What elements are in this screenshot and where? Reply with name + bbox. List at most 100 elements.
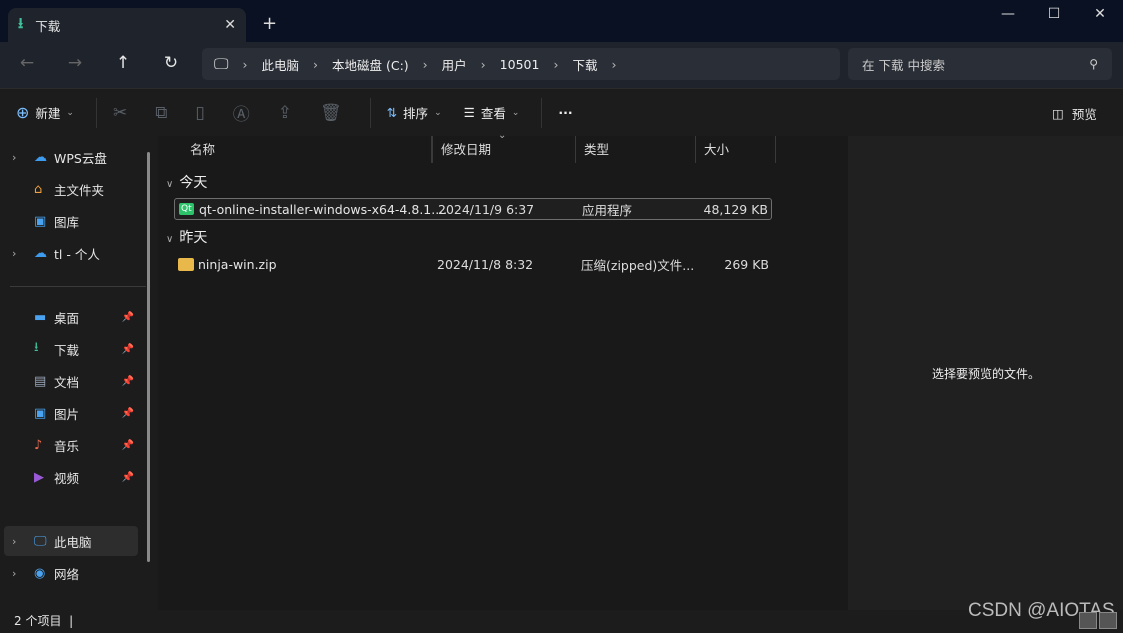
back-button[interactable]: ← [14, 53, 40, 73]
preview-label: 预览 [1071, 107, 1097, 122]
document-icon: ▤ [34, 373, 47, 389]
rename-button[interactable]: Ⓐ [233, 100, 250, 125]
chevron-right-icon: › [242, 56, 248, 72]
file-date: 2024/11/9 6:37 [438, 201, 535, 217]
share-icon: ⇪ [277, 102, 292, 123]
tab-title: 下载 [35, 18, 61, 34]
sidebar-item-home[interactable]: ⌂ 主文件夹 [4, 174, 138, 204]
sidebar-item-this-pc[interactable]: › 🖵 此电脑 [4, 526, 138, 556]
chevron-down-icon: ⌄ [66, 107, 74, 118]
copy-icon: ⧉ [155, 102, 168, 123]
chevron-right-icon: › [422, 56, 428, 72]
cloud-icon: ☁ [34, 149, 47, 165]
address-bar[interactable]: 🖵 › 此电脑 › 本地磁盘 (C:) › 用户 › 10501 › 下载 › [202, 48, 840, 80]
pin-icon[interactable]: 📌 [122, 440, 138, 451]
sidebar-item-documents[interactable]: ▤ 文档 📌 [4, 366, 138, 396]
file-row[interactable]: ninja-win.zip 2024/11/8 8:32 压缩(zipped)文… [174, 253, 772, 275]
chevron-right-icon[interactable]: › [12, 151, 34, 164]
copy-button[interactable]: ⧉ [155, 103, 167, 123]
close-window-button[interactable]: ✕ [1077, 6, 1123, 22]
pin-icon[interactable]: 📌 [122, 408, 138, 419]
sidebar-item-label: tl - 个人 [54, 246, 100, 262]
new-tab-button[interactable]: + [262, 13, 277, 34]
breadcrumb-item[interactable]: 本地磁盘 (C:) [332, 55, 409, 74]
pin-icon[interactable]: 📌 [122, 472, 138, 483]
chevron-down-icon: ∨ [166, 179, 174, 190]
gallery-icon: ▣ [34, 213, 47, 229]
paste-button[interactable]: ▯ [195, 103, 204, 123]
file-list: 名称 修改日期 ⌄ 类型 大小 ∨ 今天 Qt qt-online-install… [160, 130, 846, 610]
view-button[interactable]: ☰ 查看 ⌄ [464, 103, 520, 122]
music-icon: ♪ [34, 437, 43, 453]
sidebar-item-network[interactable]: › ◉ 网络 [4, 558, 138, 588]
pin-icon[interactable]: 📌 [122, 312, 138, 323]
sort-icon: ⇅ [386, 105, 398, 120]
file-size: 48,129 KB [703, 201, 768, 217]
minimize-button[interactable]: — [985, 6, 1031, 22]
sidebar-item-downloads[interactable]: ⭳ 下载 📌 [4, 334, 138, 364]
sidebar-item-gallery[interactable]: ▣ 图库 [4, 206, 138, 236]
chevron-right-icon: › [553, 56, 559, 72]
refresh-button[interactable]: ↻ [158, 53, 184, 73]
sidebar-item-pictures[interactable]: ▣ 图片 📌 [4, 398, 138, 428]
up-button[interactable]: ↑ [110, 53, 136, 73]
file-name: qt-online-installer-windows-x64-4.8.1...… [199, 201, 448, 217]
chevron-right-icon[interactable]: › [12, 247, 34, 260]
breadcrumb-item[interactable]: 此电脑 [261, 55, 299, 74]
forward-button[interactable]: → [62, 53, 88, 73]
breadcrumb-item[interactable]: 下载 [572, 55, 597, 74]
new-label: 新建 [35, 106, 61, 121]
share-button[interactable]: ⇪ [278, 103, 292, 123]
delete-button[interactable]: 🗑 [320, 103, 342, 123]
breadcrumb-item[interactable]: 用户 [442, 55, 467, 74]
divider [541, 97, 543, 128]
item-count: 2 个项目 [14, 614, 62, 628]
sidebar-item-desktop[interactable]: ▬ 桌面 📌 [4, 302, 138, 332]
rename-icon: Ⓐ [232, 105, 250, 125]
group-header-yesterday[interactable]: ∨ 昨天 [166, 227, 207, 247]
cut-button[interactable]: ✂ [113, 103, 127, 123]
search-input[interactable]: 在 下载 中搜索 ⚲ [848, 48, 1112, 80]
new-button[interactable]: ⊕ 新建 ⌄ [16, 103, 74, 122]
file-row[interactable]: Qt qt-online-installer-windows-x64-4.8.1… [174, 198, 772, 220]
chevron-right-icon: › [312, 56, 318, 72]
search-icon: ⚲ [1089, 57, 1098, 71]
close-tab-button[interactable]: ✕ [224, 17, 236, 33]
command-bar: ⊕ 新建 ⌄ ✂ ⧉ ▯ Ⓐ ⇪ 🗑 ⇅ 排序 ⌄ ☰ 查看 ⌄ ··· [0, 88, 1123, 136]
column-header-type[interactable]: 类型 [576, 136, 696, 163]
chevron-right-icon[interactable]: › [12, 535, 34, 548]
sidebar-scrollbar[interactable] [147, 152, 150, 562]
chevron-right-icon: › [480, 56, 486, 72]
sidebar-item-wps-cloud[interactable]: › ☁ WPS云盘 [4, 142, 138, 172]
tiles-view-button[interactable] [1099, 612, 1117, 629]
group-header-today[interactable]: ∨ 今天 [166, 172, 207, 192]
pin-icon[interactable]: 📌 [122, 376, 138, 387]
file-type: 应用程序 [582, 202, 633, 218]
sort-button[interactable]: ⇅ 排序 ⌄ [387, 103, 442, 122]
download-icon: ⭳ [18, 13, 24, 32]
file-size: 269 KB [724, 256, 769, 272]
breadcrumb-item[interactable]: 10501 [500, 57, 540, 72]
file-date: 2024/11/8 8:32 [437, 256, 534, 272]
more-button[interactable]: ··· [558, 105, 572, 120]
tab-downloads[interactable]: ⭳ 下载 ✕ [8, 8, 246, 42]
column-header-size[interactable]: 大小 [696, 136, 776, 163]
sidebar-item-videos[interactable]: ▶ 视频 📌 [4, 462, 138, 492]
chevron-down-icon: ∨ [166, 234, 174, 245]
sidebar-item-onedrive[interactable]: › ☁ tl - 个人 [4, 238, 138, 268]
sidebar-item-label: 网络 [54, 566, 80, 582]
home-icon: ⌂ [34, 181, 43, 197]
pin-icon[interactable]: 📌 [122, 344, 138, 355]
computer-icon: 🖵 [34, 533, 47, 549]
status-bar: 2 个项目 | [0, 610, 1123, 633]
details-view-button[interactable] [1079, 612, 1097, 629]
preview-pane-button[interactable]: ◫ 预览 [1052, 104, 1097, 123]
view-label: 查看 [480, 106, 506, 121]
sidebar-item-music[interactable]: ♪ 音乐 📌 [4, 430, 138, 460]
maximize-button[interactable]: ☐ [1031, 6, 1077, 22]
sidebar-item-label: 图片 [54, 406, 80, 422]
column-header-name[interactable]: 名称 [182, 136, 432, 163]
zip-folder-icon [178, 257, 194, 271]
sidebar-item-label: 图库 [54, 214, 80, 230]
chevron-right-icon[interactable]: › [12, 567, 34, 580]
